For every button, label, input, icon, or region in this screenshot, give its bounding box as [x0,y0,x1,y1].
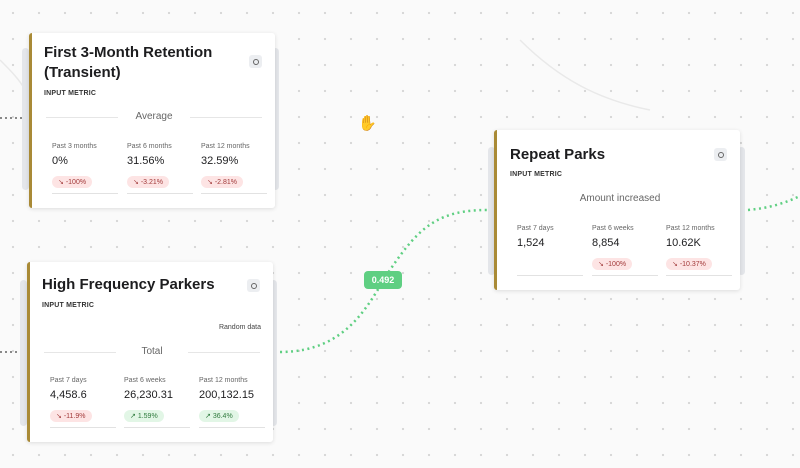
divider [666,275,732,276]
arrow-down-right-icon: ↘ [56,413,62,420]
change-value: -11.9% [63,413,86,420]
change-badge: ↗ 1.59% [124,410,164,422]
card-title: Repeat Parks [510,146,606,163]
divider [190,117,262,118]
change-value: -2.81% [214,179,238,186]
metric-card-high-frequency-parkers[interactable]: High Frequency Parkers INPUT METRIC Rand… [27,262,273,442]
metric-value: 32.59% [201,155,239,167]
divider [50,427,116,428]
arrow-down-right-icon: ↘ [672,261,678,268]
metric-past-7-days: Past 7 days 1,524 [517,225,585,276]
arrow-down-right-icon: ↘ [58,179,64,186]
change-badge: ↘ -2.81% [201,176,244,188]
metric-value: 0% [52,155,68,167]
metric-period: Past 3 months [52,143,97,150]
faint-connector [519,39,651,111]
metric-past-3-months: Past 3 months 0% ↘ -100% [52,143,120,194]
metric-value: 4,458.6 [50,389,87,401]
edge-repeat-parks-out[interactable] [747,194,800,212]
info-button[interactable] [714,148,727,161]
metric-period: Past 12 months [666,225,715,232]
divider [199,427,265,428]
aggregation-label: Total [141,346,163,357]
change-badge: ↘ -10.37% [666,258,712,270]
divider [124,427,190,428]
metric-period: Past 6 months [127,143,172,150]
metric-past-12-months: Past 12 months 10.62K ↘ -10.37% [666,225,734,276]
data-source-note: Random data [218,324,261,331]
metric-period: Past 6 weeks [124,377,166,384]
info-button[interactable] [249,55,262,68]
card-title: High Frequency Parkers [42,276,215,293]
change-value: -100% [65,179,87,186]
metric-past-6-months: Past 6 months 31.56% ↘ -3.21% [127,143,195,194]
info-icon [717,151,724,158]
metric-value: 26,230.31 [124,389,173,401]
arrow-up-right-icon: ↗ [205,413,211,420]
metric-period: Past 7 days [517,225,554,232]
metric-value: 31.56% [127,155,165,167]
divider [52,193,118,194]
change-badge: ↘ -3.21% [127,176,170,188]
metric-card-first-3-month-retention[interactable]: First 3-Month Retention (Transient) INPU… [29,33,275,208]
change-value: 36.4% [212,413,233,420]
metric-card-repeat-parks[interactable]: Repeat Parks INPUT METRIC Amount increas… [494,130,740,290]
metric-value: 1,524 [517,237,545,249]
change-badge: ↘ -11.9% [50,410,92,422]
change-value: -3.21% [140,179,164,186]
change-badge: ↘ -100% [592,258,633,270]
metric-past-6-weeks: Past 6 weeks 8,854 ↘ -100% [592,225,660,276]
empty-badge-slot [517,249,585,271]
metric-value: 8,854 [592,237,620,249]
node-handle-left[interactable] [22,48,29,190]
metric-value: 200,132.15 [199,389,255,401]
metric-tree-canvas[interactable]: 0.492 ✋ First 3-Month Retention (Transie… [0,0,800,468]
edge-weight-badge[interactable]: 0.492 [364,271,402,289]
metric-past-6-weeks: Past 6 weeks 26,230.31 ↗ 1.59% [124,377,192,428]
card-subtitle: INPUT METRIC [42,302,95,309]
divider [517,275,583,276]
arrow-down-right-icon: ↘ [133,179,139,186]
card-subtitle: INPUT METRIC [510,171,563,178]
info-icon [250,282,257,289]
grab-hand-icon: ✋ [358,115,377,132]
change-value: -10.37% [679,261,706,268]
metric-period: Past 12 months [201,143,250,150]
metric-period: Past 7 days [50,377,87,384]
card-title-line2: (Transient) [44,64,121,81]
metric-period: Past 12 months [199,377,248,384]
node-handle-left[interactable] [20,280,27,426]
divider [127,193,193,194]
metric-past-7-days: Past 7 days 4,458.6 ↘ -11.9% [50,377,118,428]
metric-past-12-months: Past 12 months 200,132.15 ↗ 36.4% [199,377,267,428]
divider [44,352,116,353]
change-badge: ↗ 36.4% [199,410,239,422]
info-button[interactable] [247,279,260,292]
change-badge: ↘ -100% [52,176,93,188]
arrow-down-right-icon: ↘ [598,261,604,268]
divider [188,352,260,353]
card-subtitle: INPUT METRIC [44,90,97,97]
aggregation-label: Amount increased [579,193,661,204]
card-title: First 3-Month Retention (Transient) [44,43,244,83]
arrow-down-right-icon: ↘ [207,179,213,186]
info-icon [252,58,259,65]
metric-period: Past 6 weeks [592,225,634,232]
aggregation-label: Average [135,111,173,122]
metric-past-12-months: Past 12 months 32.59% ↘ -2.81% [201,143,269,194]
divider [592,275,658,276]
metric-value: 10.62K [666,237,701,249]
arrow-up-right-icon: ↗ [130,413,136,420]
divider [46,117,118,118]
card-title-line1: First 3-Month Retention [44,44,213,61]
change-value: -100% [605,261,627,268]
change-value: 1.59% [137,413,158,420]
divider [201,193,267,194]
